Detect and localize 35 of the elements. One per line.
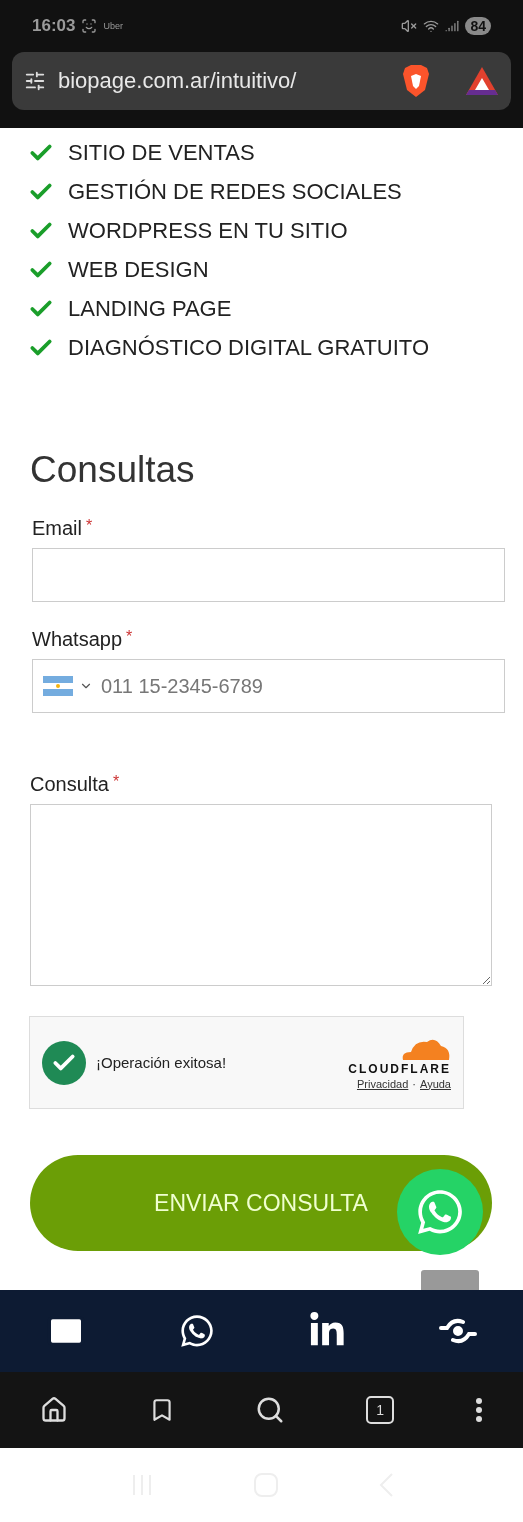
url-text: biopage.com.ar/intuitivo/ — [58, 68, 298, 94]
tabs-button[interactable]: 1 — [366, 1396, 395, 1424]
form-title: Consultas — [30, 449, 196, 491]
help-link[interactable]: Ayuda — [420, 1077, 451, 1090]
service-item: LANDING PAGE — [68, 296, 232, 322]
notification-label: Uber — [103, 21, 123, 31]
service-item: WEB DESIGN — [68, 257, 209, 283]
menu-icon[interactable] — [474, 1397, 483, 1423]
phone-field[interactable]: 011 15-2345-6789 — [32, 659, 505, 713]
field-label: Email * — [32, 517, 94, 540]
captcha-message: ¡Operación exitosa! — [96, 1054, 228, 1071]
triangle-icon[interactable] — [465, 66, 499, 96]
service-item: SITIO DE VENTAS — [68, 140, 255, 166]
eye-swirl-icon[interactable] — [438, 1316, 477, 1346]
site-settings-icon[interactable] — [24, 70, 46, 92]
brand-name: CLOUDFLARE — [348, 1061, 451, 1076]
battery-level: 84 — [465, 17, 491, 35]
mute-icon — [401, 18, 418, 34]
field-label: Whatsapp * — [32, 628, 134, 651]
field-label: Consulta * — [30, 773, 121, 796]
service-item: GESTIÓN DE REDES SOCIALES — [68, 179, 402, 205]
whatsapp-icon[interactable] — [179, 1313, 216, 1349]
address-bar[interactable]: biopage.com.ar/intuitivo/ — [12, 52, 511, 110]
signal-icon — [445, 19, 460, 33]
email-field[interactable] — [32, 548, 505, 602]
clock: 16:03 — [32, 16, 76, 36]
service-item: WORDPRESS EN TU SITIO — [68, 218, 348, 244]
wifi-icon — [423, 18, 440, 34]
notification-icon — [81, 18, 98, 34]
service-item: DIAGNÓSTICO DIGITAL GRATUITO — [68, 335, 429, 361]
lion-shield-icon[interactable] — [401, 64, 431, 98]
privacy-link[interactable]: Privacidad — [356, 1077, 409, 1090]
message-field[interactable] — [30, 804, 492, 986]
home-icon[interactable] — [40, 1396, 69, 1424]
separator: · — [412, 1077, 416, 1090]
